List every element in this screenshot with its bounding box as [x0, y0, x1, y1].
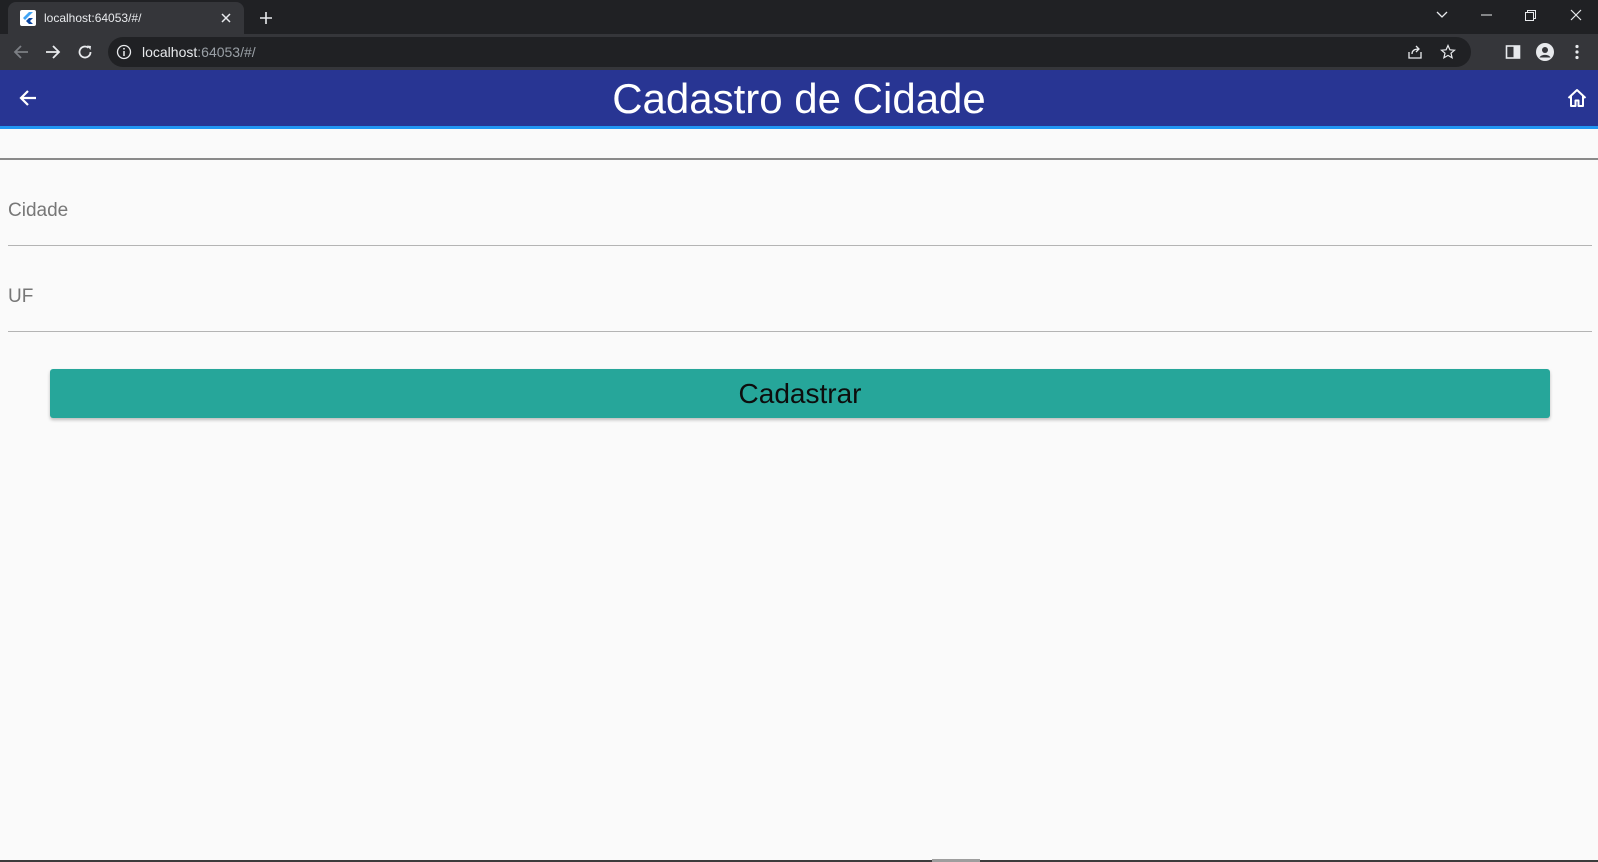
home-icon[interactable] — [1564, 85, 1590, 111]
profile-avatar-icon[interactable] — [1531, 38, 1559, 66]
bookmark-star-icon[interactable] — [1438, 42, 1458, 62]
address-bar[interactable]: localhost:64053/#/ — [108, 37, 1471, 67]
side-panel-icon[interactable] — [1499, 38, 1527, 66]
back-arrow-icon[interactable] — [7, 38, 35, 66]
uf-field[interactable]: UF — [8, 278, 1592, 332]
tab-search-chevron-down-icon[interactable] — [1420, 0, 1464, 30]
cadastrar-button[interactable]: Cadastrar — [50, 369, 1550, 418]
browser-tabstrip: localhost:64053/#/ — [0, 0, 1598, 34]
browser-tab[interactable]: localhost:64053/#/ — [8, 2, 244, 34]
share-icon[interactable] — [1405, 42, 1425, 62]
city-underline — [8, 245, 1592, 246]
tab-close-icon[interactable] — [216, 8, 236, 28]
reload-icon[interactable] — [71, 38, 99, 66]
app-bar-accent-line — [0, 126, 1598, 129]
browser-toolbar: localhost:64053/#/ — [0, 34, 1598, 70]
restore-icon[interactable] — [1508, 0, 1552, 30]
close-window-icon[interactable] — [1554, 0, 1598, 30]
city-input[interactable] — [8, 192, 1592, 246]
uf-input[interactable] — [8, 278, 1592, 332]
url-host: localhost — [142, 44, 198, 60]
uf-underline — [8, 331, 1592, 332]
flutter-favicon-icon — [20, 10, 36, 26]
divider — [0, 158, 1598, 160]
app-bar: Cadastro de Cidade — [0, 70, 1598, 126]
tab-title: localhost:64053/#/ — [44, 11, 142, 25]
site-info-icon[interactable] — [116, 44, 132, 60]
url-path: :64053/#/ — [197, 44, 256, 60]
minimize-icon[interactable] — [1464, 0, 1508, 30]
kebab-menu-icon[interactable] — [1563, 38, 1591, 66]
url-text: localhost:64053/#/ — [142, 44, 256, 60]
page-title: Cadastro de Cidade — [612, 75, 986, 122]
city-field[interactable]: Cidade — [8, 192, 1592, 246]
new-tab-icon[interactable] — [254, 6, 278, 30]
forward-arrow-icon[interactable] — [39, 38, 67, 66]
